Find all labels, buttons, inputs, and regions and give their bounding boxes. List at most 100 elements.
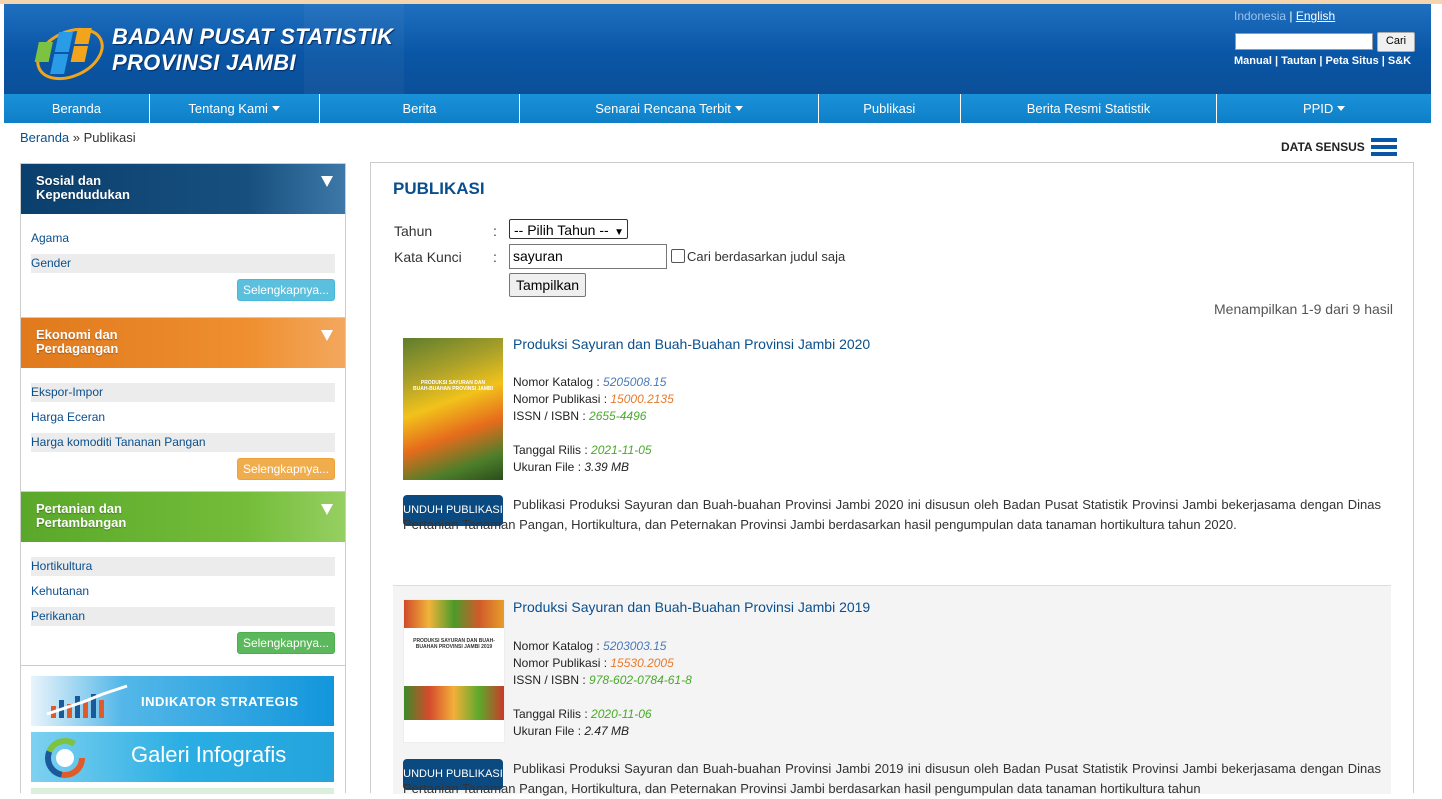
bar-chart-icon	[46, 684, 128, 718]
collapse-triangle-icon[interactable]	[321, 176, 333, 187]
meta-issn: ISSN / ISBN : 978-602-0784-61-8	[513, 672, 692, 689]
nav-beranda[interactable]: Beranda	[4, 94, 150, 123]
page-title: PUBLIKASI	[393, 179, 485, 198]
sidebar-item-agama[interactable]: Agama	[31, 229, 335, 248]
publication-title-link[interactable]: Produksi Sayuran dan Buah-Buahan Provins…	[513, 599, 870, 615]
category-title: Sosial dan Kependudukan	[36, 174, 130, 202]
nav-label: Berita	[402, 101, 437, 116]
nav-publikasi[interactable]: Publikasi	[819, 94, 961, 123]
sidebar-item-perikanan[interactable]: Perikanan	[31, 607, 335, 626]
publication-meta: Nomor Katalog : 5205008.15 Nomor Publika…	[513, 374, 674, 476]
meta-value: 2020-11-06	[591, 707, 652, 721]
category-title-line2: Pertambangan	[36, 515, 127, 530]
chevron-down-icon: ▼	[614, 227, 624, 238]
meta-publikasi: Nomor Publikasi : 15530.2005	[513, 655, 692, 672]
meta-value: 15000.2135	[610, 392, 674, 406]
lang-indonesia[interactable]: Indonesia	[1234, 9, 1286, 23]
meta-label: Ukuran File :	[513, 724, 585, 738]
meta-value: 2021-11-05	[591, 443, 652, 457]
meta-value: 15530.2005	[610, 656, 674, 670]
publication-cover[interactable]: PRODUKSI SAYURAN DAN BUAH-BUAHAN PROVINS…	[403, 599, 505, 743]
nav-label: Beranda	[51, 101, 101, 116]
category-title-line1: Sosial dan	[36, 173, 102, 188]
kata-kunci-label: Kata Kunci	[394, 249, 462, 265]
lang-separator: |	[1286, 9, 1296, 23]
collapse-triangle-icon[interactable]	[321, 504, 333, 515]
meta-label: Nomor Katalog :	[513, 639, 604, 653]
tahun-select[interactable]: -- Pilih Tahun -- ▼	[509, 219, 628, 239]
banner-next[interactable]	[31, 788, 334, 794]
selengkapnya-button[interactable]: Selengkapnya...	[236, 279, 335, 301]
category-title-line2: Perdagangan	[36, 341, 119, 356]
sidebar-item-gender[interactable]: Gender	[31, 254, 335, 273]
collapse-triangle-icon[interactable]	[321, 330, 333, 341]
category-title-line1: Ekonomi dan	[36, 327, 118, 342]
cover-decoration	[404, 600, 504, 628]
hamburger-menu-icon[interactable]	[1370, 138, 1397, 156]
tampilkan-button[interactable]: Tampilkan	[509, 273, 586, 297]
judul-only-checkbox[interactable]	[671, 249, 685, 263]
colon: :	[493, 223, 497, 239]
organization-name[interactable]: BADAN PUSAT STATISTIK PROVINSI JAMBI	[112, 24, 393, 76]
publication-description: Publikasi Produksi Sayuran dan Buah-buah…	[403, 497, 1381, 532]
dropdown-caret-icon	[271, 106, 280, 111]
publication-cover[interactable]: PRODUKSI SAYURAN DAN BUAH-BUAHAN PROVINS…	[403, 338, 503, 480]
sidebar: Sosial dan Kependudukan Agama Gender Sele…	[20, 163, 346, 794]
sidebar-item-hortikultura[interactable]: Hortikultura	[31, 557, 335, 576]
nav-label: PPID	[1302, 101, 1334, 116]
selengkapnya-button[interactable]: Selengkapnya...	[236, 458, 335, 480]
publication-item: PRODUKSI SAYURAN DAN BUAH-BUAHAN PROVINS…	[393, 328, 1391, 581]
dropdown-caret-icon	[734, 106, 743, 111]
nav-senarai-rencana-terbit[interactable]: Senarai Rencana Terbit	[520, 94, 819, 123]
kata-kunci-input[interactable]: sayuran	[509, 244, 667, 269]
sidebar-item-harga-komoditi[interactable]: Harga komoditi Tananan Pangan	[31, 433, 335, 452]
dropdown-caret-icon	[1337, 106, 1346, 111]
publication-title-link[interactable]: Produksi Sayuran dan Buah-Buahan Provins…	[513, 336, 870, 352]
search-input[interactable]	[1235, 33, 1373, 50]
sidebar-item-ekspor-impor[interactable]: Ekspor-Impor	[31, 383, 335, 402]
result-count: Menampilkan 1-9 dari 9 hasil	[1214, 301, 1393, 317]
site-header: BADAN PUSAT STATISTIK PROVINSI JAMBI Ind…	[4, 4, 1431, 94]
checkbox-label[interactable]: Cari berdasarkan judul saja	[687, 249, 845, 264]
nav-berita[interactable]: Berita	[320, 94, 521, 123]
meta-spacer	[513, 425, 674, 442]
nav-label: Senarai Rencana Terbit	[595, 101, 731, 116]
data-sensus-label: DATA SENSUS	[1281, 140, 1365, 154]
nav-tentang-kami[interactable]: Tentang Kami	[150, 94, 320, 123]
category-pertanian-pertambangan[interactable]: Pertanian dan Pertambangan	[21, 492, 345, 542]
tahun-select-value: -- Pilih Tahun --	[514, 222, 609, 238]
cover-title: PRODUKSI SAYURAN DAN BUAH-BUAHAN PROVINS…	[413, 638, 495, 650]
category-list: Ekspor-Impor Harga Eceran Harga komoditi…	[21, 368, 345, 492]
category-sosial-kependudukan[interactable]: Sosial dan Kependudukan	[21, 164, 345, 214]
search-button[interactable]: Cari	[1377, 32, 1415, 52]
nav-ppid[interactable]: PPID	[1217, 94, 1431, 123]
nav-label: Berita Resmi Statistik	[1026, 101, 1151, 116]
meta-label: ISSN / ISBN :	[513, 409, 590, 423]
banner-label: INDIKATOR STRATEGIS	[141, 694, 299, 709]
selengkapnya-button[interactable]: Selengkapnya...	[236, 632, 335, 654]
category-list: Agama Gender Selengkapnya...	[21, 214, 345, 318]
meta-spacer	[513, 689, 692, 706]
colon: :	[493, 249, 497, 265]
sidebar-item-kehutanan[interactable]: Kehutanan	[31, 582, 335, 601]
sidebar-item-harga-eceran[interactable]: Harga Eceran	[31, 408, 335, 427]
more-wrapper: Selengkapnya...	[31, 458, 335, 480]
meta-ukuran: Ukuran File : 3.39 MB	[513, 459, 674, 476]
nav-label: Publikasi	[863, 101, 916, 116]
meta-label: Ukuran File :	[513, 460, 585, 474]
category-ekonomi-perdagangan[interactable]: Ekonomi dan Perdagangan	[21, 318, 345, 368]
meta-label: Tanggal Rilis :	[513, 443, 592, 457]
utility-links[interactable]: Manual | Tautan | Peta Situs | S&K	[1234, 55, 1411, 67]
meta-label: ISSN / ISBN :	[513, 673, 590, 687]
banner-indikator-strategis[interactable]: INDIKATOR STRATEGIS	[31, 676, 334, 726]
publication-description: Publikasi Produksi Sayuran dan Buah-buah…	[403, 761, 1381, 796]
banner-galeri-infografis[interactable]: Galeri Infografis	[31, 732, 334, 782]
bps-logo-icon[interactable]	[34, 18, 106, 84]
category-list: Hortikultura Kehutanan Perikanan Selengk…	[21, 542, 345, 666]
cover-title: PRODUKSI SAYURAN DAN BUAH-BUAHAN PROVINS…	[413, 380, 494, 392]
lang-english[interactable]: English	[1296, 9, 1335, 23]
meta-label: Nomor Publikasi :	[513, 392, 611, 406]
data-sensus-menu[interactable]: DATA SENSUS	[1281, 138, 1397, 156]
nav-berita-resmi-statistik[interactable]: Berita Resmi Statistik	[961, 94, 1218, 123]
breadcrumb-home[interactable]: Beranda	[20, 130, 69, 145]
